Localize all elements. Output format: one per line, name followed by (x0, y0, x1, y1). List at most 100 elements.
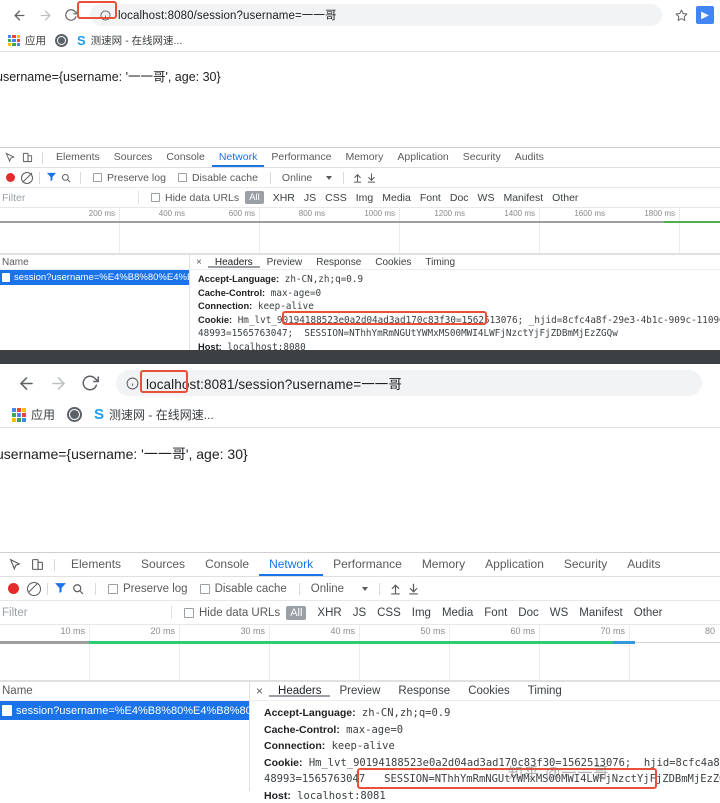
device-toolbar-icon[interactable] (19, 150, 36, 166)
table-row[interactable]: session?username=%E4%B8%80%E4%B8%80%E5%9… (0, 701, 249, 720)
bookmark-speedtest[interactable]: S 测速网 - 在线网速... (94, 406, 214, 423)
preserve-log-checkbox[interactable]: Preserve log (87, 172, 172, 184)
search-icon[interactable] (67, 581, 89, 597)
filter-icon[interactable] (46, 171, 57, 185)
inspect-element-icon[interactable] (2, 150, 19, 166)
tab-performance[interactable]: Performance (264, 148, 338, 167)
tab-memory[interactable]: Memory (412, 553, 475, 576)
tab-performance[interactable]: Performance (323, 553, 412, 576)
tab-console[interactable]: Console (195, 553, 259, 576)
top-address-bar[interactable]: localhost:8080/session?username=一一哥 (90, 4, 662, 26)
extension-icon[interactable]: ▶ (696, 6, 714, 24)
inspect-element-icon[interactable] (4, 557, 26, 573)
tab-security[interactable]: Security (456, 148, 508, 167)
details-tab-preview[interactable]: Preview (330, 685, 389, 697)
type-filter-img[interactable]: Img (412, 607, 431, 619)
filter-icon[interactable] (54, 581, 67, 597)
record-icon[interactable] (6, 173, 15, 182)
details-tab-cookies[interactable]: Cookies (459, 685, 519, 697)
tab-network[interactable]: Network (259, 553, 323, 576)
close-icon[interactable]: × (254, 684, 269, 698)
type-filter-manifest[interactable]: Manifest (503, 192, 543, 204)
bookmark-globe[interactable] (55, 34, 68, 47)
hide-data-urls-checkbox[interactable]: Hide data URLs (178, 607, 286, 619)
type-filter-js[interactable]: JS (304, 192, 316, 204)
bookmark-star-icon[interactable] (670, 4, 692, 26)
bookmark-apps[interactable]: 应用 (8, 33, 46, 48)
forward-icon[interactable] (32, 2, 58, 28)
details-tab-headers[interactable]: Headers (208, 257, 260, 268)
type-filter-css[interactable]: CSS (377, 607, 401, 619)
details-tab-timing[interactable]: Timing (519, 685, 571, 697)
type-filter-doc[interactable]: Doc (518, 607, 538, 619)
type-filter-xhr[interactable]: XHR (317, 607, 341, 619)
tab-security[interactable]: Security (554, 553, 617, 576)
tab-memory[interactable]: Memory (338, 148, 390, 167)
type-filter-all[interactable]: All (245, 191, 264, 204)
tab-elements[interactable]: Elements (61, 553, 131, 576)
record-icon[interactable] (8, 583, 19, 594)
clear-icon[interactable] (21, 171, 33, 184)
close-icon[interactable]: × (194, 257, 208, 268)
type-filter-other[interactable]: Other (552, 192, 578, 204)
type-filter-js[interactable]: JS (353, 607, 366, 619)
table-row[interactable]: session?username=%E4%B8%80%E4%B8%80%E5%9… (0, 270, 189, 285)
preserve-log-checkbox[interactable]: Preserve log (102, 583, 194, 595)
type-filter-img[interactable]: Img (356, 192, 374, 204)
details-tab-response[interactable]: Response (389, 685, 459, 697)
bookmark-globe[interactable] (67, 407, 83, 422)
bottom-address-bar[interactable]: localhost:8081/session?username=一一哥 (116, 370, 702, 396)
reload-icon[interactable] (58, 2, 84, 28)
type-filter-css[interactable]: CSS (325, 192, 347, 204)
tab-console[interactable]: Console (159, 148, 212, 167)
disable-cache-checkbox[interactable]: Disable cache (172, 172, 264, 184)
tab-elements[interactable]: Elements (49, 148, 107, 167)
reload-icon[interactable] (74, 367, 106, 399)
disable-cache-checkbox[interactable]: Disable cache (194, 583, 293, 595)
back-icon[interactable] (10, 367, 42, 399)
details-tab-timing[interactable]: Timing (418, 257, 462, 268)
bookmark-apps[interactable]: 应用 (12, 406, 55, 423)
back-icon[interactable] (6, 2, 32, 28)
tab-sources[interactable]: Sources (131, 553, 195, 576)
filter-input[interactable]: Filter (0, 607, 165, 619)
throttling-select[interactable]: Online (306, 583, 373, 595)
import-har-icon[interactable] (386, 582, 404, 596)
type-filter-media[interactable]: Media (442, 607, 473, 619)
type-filter-font[interactable]: Font (420, 192, 441, 204)
type-filter-other[interactable]: Other (634, 607, 663, 619)
tab-sources[interactable]: Sources (107, 148, 160, 167)
throttling-select[interactable]: Online (277, 172, 337, 184)
details-tab-cookies[interactable]: Cookies (368, 257, 418, 268)
import-har-icon[interactable] (350, 171, 364, 185)
details-tab-preview[interactable]: Preview (260, 257, 310, 268)
hide-data-urls-checkbox[interactable]: Hide data URLs (145, 192, 245, 204)
type-filter-media[interactable]: Media (382, 192, 411, 204)
type-filter-all[interactable]: All (286, 605, 307, 620)
filter-input[interactable]: Filter (0, 192, 132, 204)
top-network-overview[interactable]: 200 ms 400 ms 600 ms 800 ms 1000 ms 1200… (0, 208, 720, 254)
type-filter-manifest[interactable]: Manifest (579, 607, 622, 619)
bottom-network-overview[interactable]: 10 ms 20 ms 30 ms 40 ms 50 ms 60 ms 70 m… (0, 625, 720, 681)
forward-icon[interactable] (42, 367, 74, 399)
details-tab-response[interactable]: Response (309, 257, 368, 268)
bookmark-speedtest[interactable]: S 测速网 - 在线网速... (77, 33, 182, 48)
type-filter-doc[interactable]: Doc (450, 192, 469, 204)
type-filter-ws[interactable]: WS (478, 192, 495, 204)
tab-network[interactable]: Network (212, 148, 265, 167)
export-har-icon[interactable] (364, 171, 378, 185)
site-info-icon[interactable] (100, 9, 111, 21)
tab-application[interactable]: Application (390, 148, 455, 167)
type-filter-xhr[interactable]: XHR (273, 192, 295, 204)
clear-icon[interactable] (27, 581, 41, 596)
export-har-icon[interactable] (404, 582, 422, 596)
tab-audits[interactable]: Audits (617, 553, 670, 576)
search-icon[interactable] (57, 170, 74, 186)
tab-audits[interactable]: Audits (508, 148, 551, 167)
site-info-icon[interactable] (126, 377, 139, 390)
details-tab-headers[interactable]: Headers (269, 685, 330, 697)
device-toolbar-icon[interactable] (26, 557, 48, 573)
tab-application[interactable]: Application (475, 553, 554, 576)
type-filter-font[interactable]: Font (484, 607, 507, 619)
type-filter-ws[interactable]: WS (550, 607, 569, 619)
